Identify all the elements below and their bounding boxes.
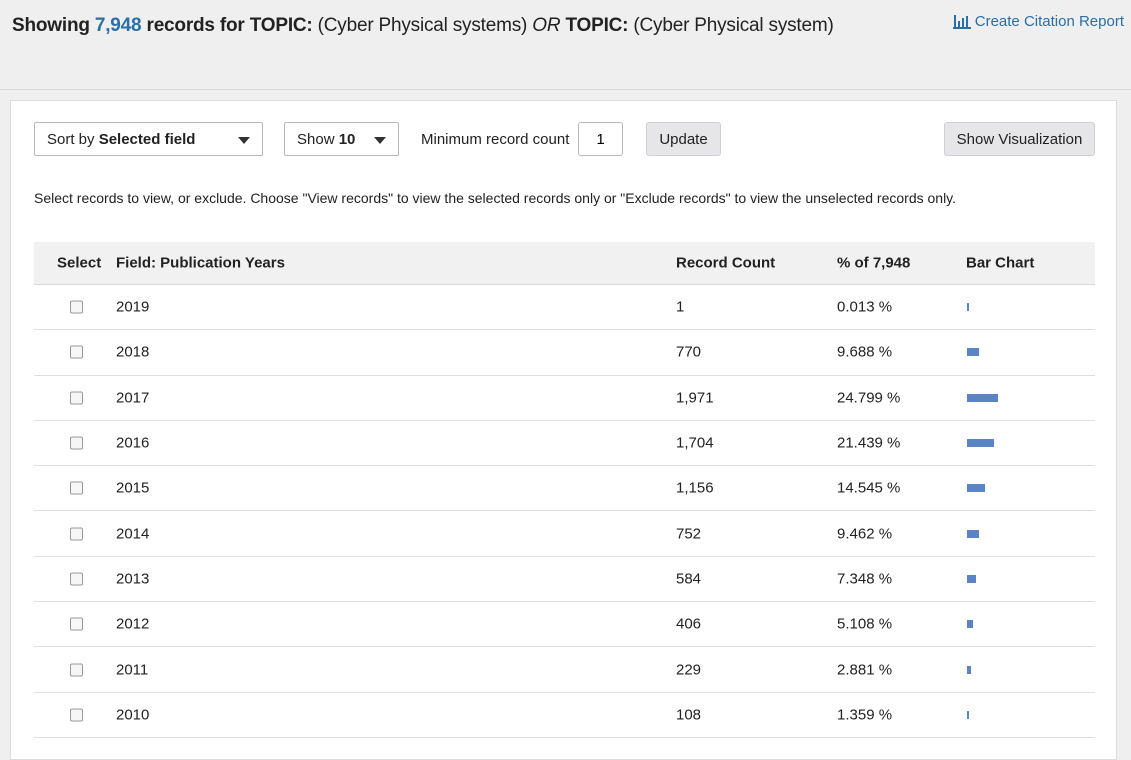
table-row: 2014 752 9.462 %: [34, 511, 1095, 557]
percent-cell: 24.799 %: [837, 389, 901, 407]
year-cell: 2015: [116, 479, 150, 497]
bar-chart-icon: [952, 14, 971, 29]
select-checkbox[interactable]: [70, 708, 83, 722]
percent-cell: 14.545 %: [837, 479, 901, 497]
total-count: 7,948: [94, 15, 142, 36]
analysis-panel: Sort by Selected field Show 10 Minimum r…: [10, 100, 1117, 760]
record-count-cell: 229: [676, 661, 702, 679]
update-button[interactable]: Update: [646, 122, 721, 156]
bar-chart-bar: [967, 439, 994, 448]
results-header-bar: Showing 7,948 records for TOPIC: (Cyber …: [0, 0, 1131, 90]
table-row: 2010 108 1.359 %: [34, 693, 1095, 738]
bar-chart-bar: [967, 484, 985, 493]
record-count-cell: 1: [676, 298, 685, 316]
year-cell: 2012: [116, 615, 150, 633]
header-percent: % of 7,948: [837, 254, 911, 272]
record-count-cell: 406: [676, 615, 702, 633]
record-count-cell: 770: [676, 343, 702, 361]
select-checkbox[interactable]: [70, 481, 83, 495]
citation-link-label: Create Citation Report: [974, 13, 1124, 30]
show-visualization-button[interactable]: Show Visualization: [944, 122, 1095, 156]
bar-chart-bar: [967, 393, 998, 402]
show-value: 10: [338, 130, 356, 148]
topic1-value: (Cyber Physical systems): [317, 15, 528, 36]
select-checkbox[interactable]: [70, 572, 83, 586]
chevron-down-icon: [238, 137, 250, 144]
record-count-cell: 1,156: [676, 479, 714, 497]
show-count-select[interactable]: Show 10: [284, 122, 399, 156]
year-cell: 2019: [116, 298, 150, 316]
select-checkbox[interactable]: [70, 391, 83, 405]
bar-chart-bar: [967, 620, 973, 629]
percent-cell: 9.462 %: [837, 525, 893, 543]
record-count-cell: 108: [676, 706, 702, 724]
create-citation-report-link[interactable]: Create Citation Report: [952, 13, 1124, 30]
topic2-label: TOPIC:: [565, 15, 629, 36]
header-field[interactable]: Field: Publication Years: [116, 255, 285, 272]
table-row: 2011 229 2.881 %: [34, 647, 1095, 693]
year-cell: 2018: [116, 343, 150, 361]
heading-prefix: Showing: [12, 15, 90, 36]
sort-prefix: Sort by: [47, 130, 95, 148]
sort-value: Selected field: [98, 130, 196, 148]
table-row: 2012 406 5.108 %: [34, 602, 1095, 648]
results-heading: Showing 7,948 records for TOPIC: (Cyber …: [12, 15, 834, 37]
table-row: 2019 1 0.013 %: [34, 285, 1095, 331]
chevron-down-icon: [374, 137, 386, 144]
percent-cell: 5.108 %: [837, 615, 893, 633]
record-count-cell: 1,704: [676, 434, 714, 452]
select-checkbox[interactable]: [70, 617, 83, 631]
table-row: 2016 1,704 21.439 %: [34, 421, 1095, 467]
record-count-cell: 752: [676, 525, 702, 543]
heading-records-for: records for: [146, 15, 245, 36]
or-operator: OR: [532, 15, 561, 36]
year-cell: 2013: [116, 570, 150, 588]
table-row: 2015 1,156 14.545 %: [34, 466, 1095, 512]
table-row: 2017 1,971 24.799 %: [34, 376, 1095, 421]
record-count-cell: 1,971: [676, 389, 714, 407]
header-record-count[interactable]: Record Count: [676, 255, 775, 272]
instructions-text: Select records to view, or exclude. Choo…: [34, 190, 957, 206]
percent-cell: 21.439 %: [837, 434, 901, 452]
sort-by-select[interactable]: Sort by Selected field: [34, 122, 263, 156]
bar-chart-bar: [967, 710, 969, 719]
year-cell: 2010: [116, 706, 150, 724]
bar-chart-bar: [967, 574, 976, 583]
table-body: 2019 1 0.013 % 2018 770 9.688 % 2017 1,971 24.79…: [34, 285, 1095, 738]
topic1-label: TOPIC:: [249, 15, 313, 36]
bar-chart-bar: [967, 348, 979, 357]
table-header: Select Field: Publication Years Record C…: [34, 242, 1095, 285]
min-record-count-label: Minimum record count: [421, 131, 570, 148]
year-cell: 2011: [116, 661, 149, 679]
table-row: 2018 770 9.688 %: [34, 330, 1095, 376]
percent-cell: 9.688 %: [837, 343, 893, 361]
min-record-count-input[interactable]: [578, 122, 623, 156]
percent-cell: 0.013 %: [837, 298, 893, 316]
show-prefix: Show: [297, 130, 335, 148]
table-row: 2013 584 7.348 %: [34, 557, 1095, 603]
results-table: Select Field: Publication Years Record C…: [34, 242, 1095, 738]
bar-chart-bar: [967, 665, 971, 674]
select-checkbox[interactable]: [70, 300, 83, 314]
header-select: Select: [57, 254, 102, 272]
percent-cell: 1.359 %: [837, 706, 893, 724]
select-checkbox[interactable]: [70, 436, 83, 450]
year-cell: 2016: [116, 434, 150, 452]
year-cell: 2014: [116, 525, 150, 543]
select-checkbox[interactable]: [70, 345, 83, 359]
percent-cell: 7.348 %: [837, 570, 893, 588]
select-checkbox[interactable]: [70, 663, 83, 677]
bar-chart-bar: [967, 529, 979, 538]
bar-chart-bar: [967, 303, 969, 312]
record-count-cell: 584: [676, 570, 702, 588]
select-checkbox[interactable]: [70, 527, 83, 541]
header-bar-chart: Bar Chart: [966, 254, 1035, 272]
topic2-value: (Cyber Physical system): [633, 15, 834, 36]
year-cell: 2017: [116, 389, 150, 407]
controls-bar: Sort by Selected field Show 10 Minimum r…: [34, 122, 1096, 158]
percent-cell: 2.881 %: [837, 661, 893, 679]
